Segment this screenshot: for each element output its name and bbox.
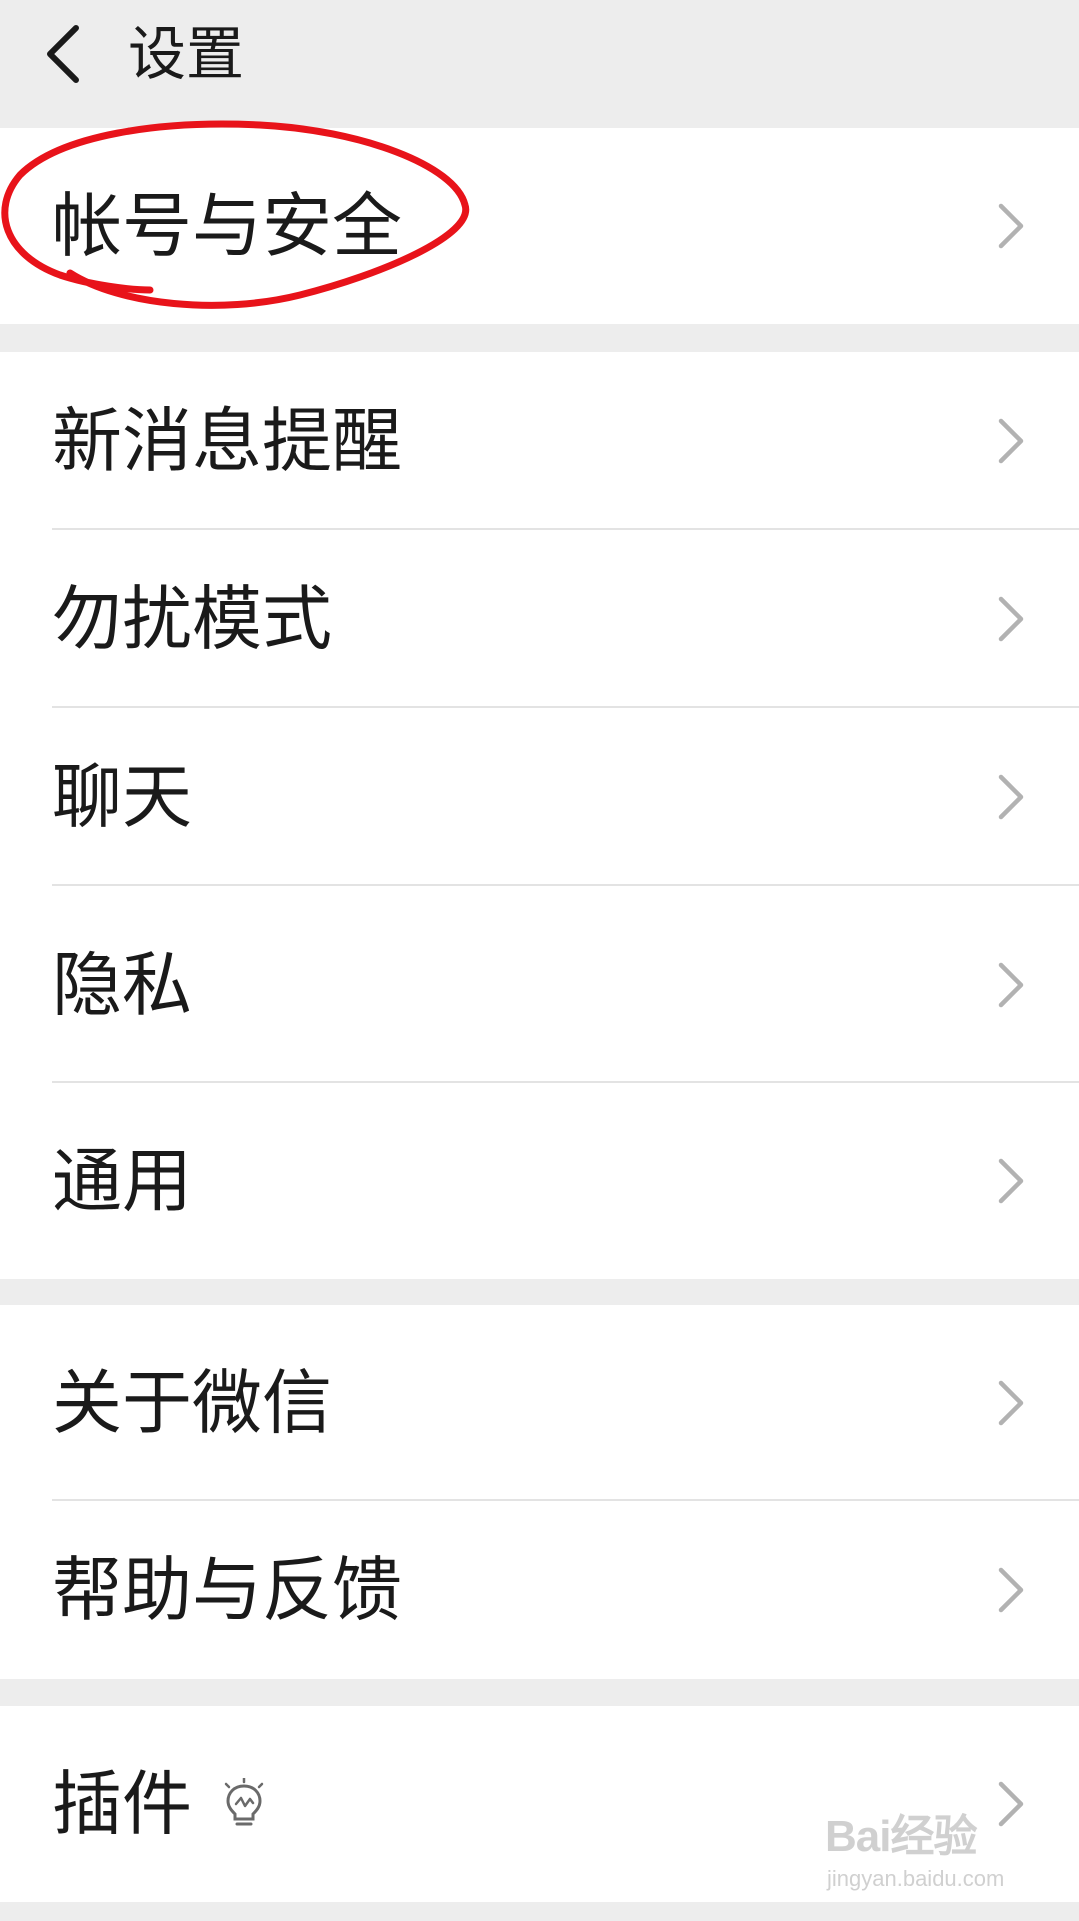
settings-item-about-wechat[interactable]: 关于微信 — [0, 1305, 1079, 1501]
chevron-right-icon — [991, 413, 1031, 469]
lightbulb-icon — [222, 1776, 266, 1830]
settings-item-general[interactable]: 通用 — [0, 1083, 1079, 1279]
chevron-right-icon — [991, 198, 1031, 254]
navigation-bar: 设置 — [0, 0, 1079, 128]
chevron-right-icon — [991, 1562, 1031, 1618]
settings-item-new-message-notification[interactable]: 新消息提醒 — [0, 352, 1079, 530]
settings-item-label: 插件 — [52, 1763, 192, 1845]
page-title: 设置 — [128, 20, 245, 88]
settings-item-label: 关于微信 — [52, 1362, 332, 1444]
settings-item-label: 帮助与反馈 — [52, 1549, 402, 1631]
settings-item-help-feedback[interactable]: 帮助与反馈 — [0, 1501, 1079, 1679]
settings-group-general: 新消息提醒 勿扰模式 聊天 隐私 通用 — [0, 352, 1079, 1279]
settings-item-label: 帐号与安全 — [52, 185, 402, 267]
settings-item-do-not-disturb[interactable]: 勿扰模式 — [0, 530, 1079, 708]
settings-item-label: 勿扰模式 — [52, 578, 332, 660]
settings-item-privacy[interactable]: 隐私 — [0, 886, 1079, 1083]
settings-group-account: 帐号与安全 — [0, 128, 1079, 324]
settings-item-label: 隐私 — [52, 943, 192, 1026]
chevron-right-icon — [991, 1375, 1031, 1431]
watermark-logo-text: Bai经验 — [825, 1812, 977, 1861]
settings-item-account-security[interactable]: 帐号与安全 — [0, 128, 1079, 324]
chevron-right-icon — [991, 1153, 1031, 1209]
back-button[interactable] — [28, 14, 108, 94]
watermark-url: jingyan.baidu.com — [827, 1866, 1005, 1891]
settings-item-label: 聊天 — [52, 756, 192, 838]
settings-group-about: 关于微信 帮助与反馈 — [0, 1305, 1079, 1679]
settings-item-label: 新消息提醒 — [52, 400, 402, 482]
chevron-right-icon — [991, 591, 1031, 647]
chevron-right-icon — [991, 957, 1031, 1013]
settings-item-label: 通用 — [52, 1140, 192, 1222]
chevron-right-icon — [991, 769, 1031, 825]
baidu-jingyan-watermark: Bai经验 jingyan.baidu.com — [825, 1800, 1025, 1900]
settings-item-chat[interactable]: 聊天 — [0, 708, 1079, 886]
chevron-left-icon — [47, 25, 79, 83]
